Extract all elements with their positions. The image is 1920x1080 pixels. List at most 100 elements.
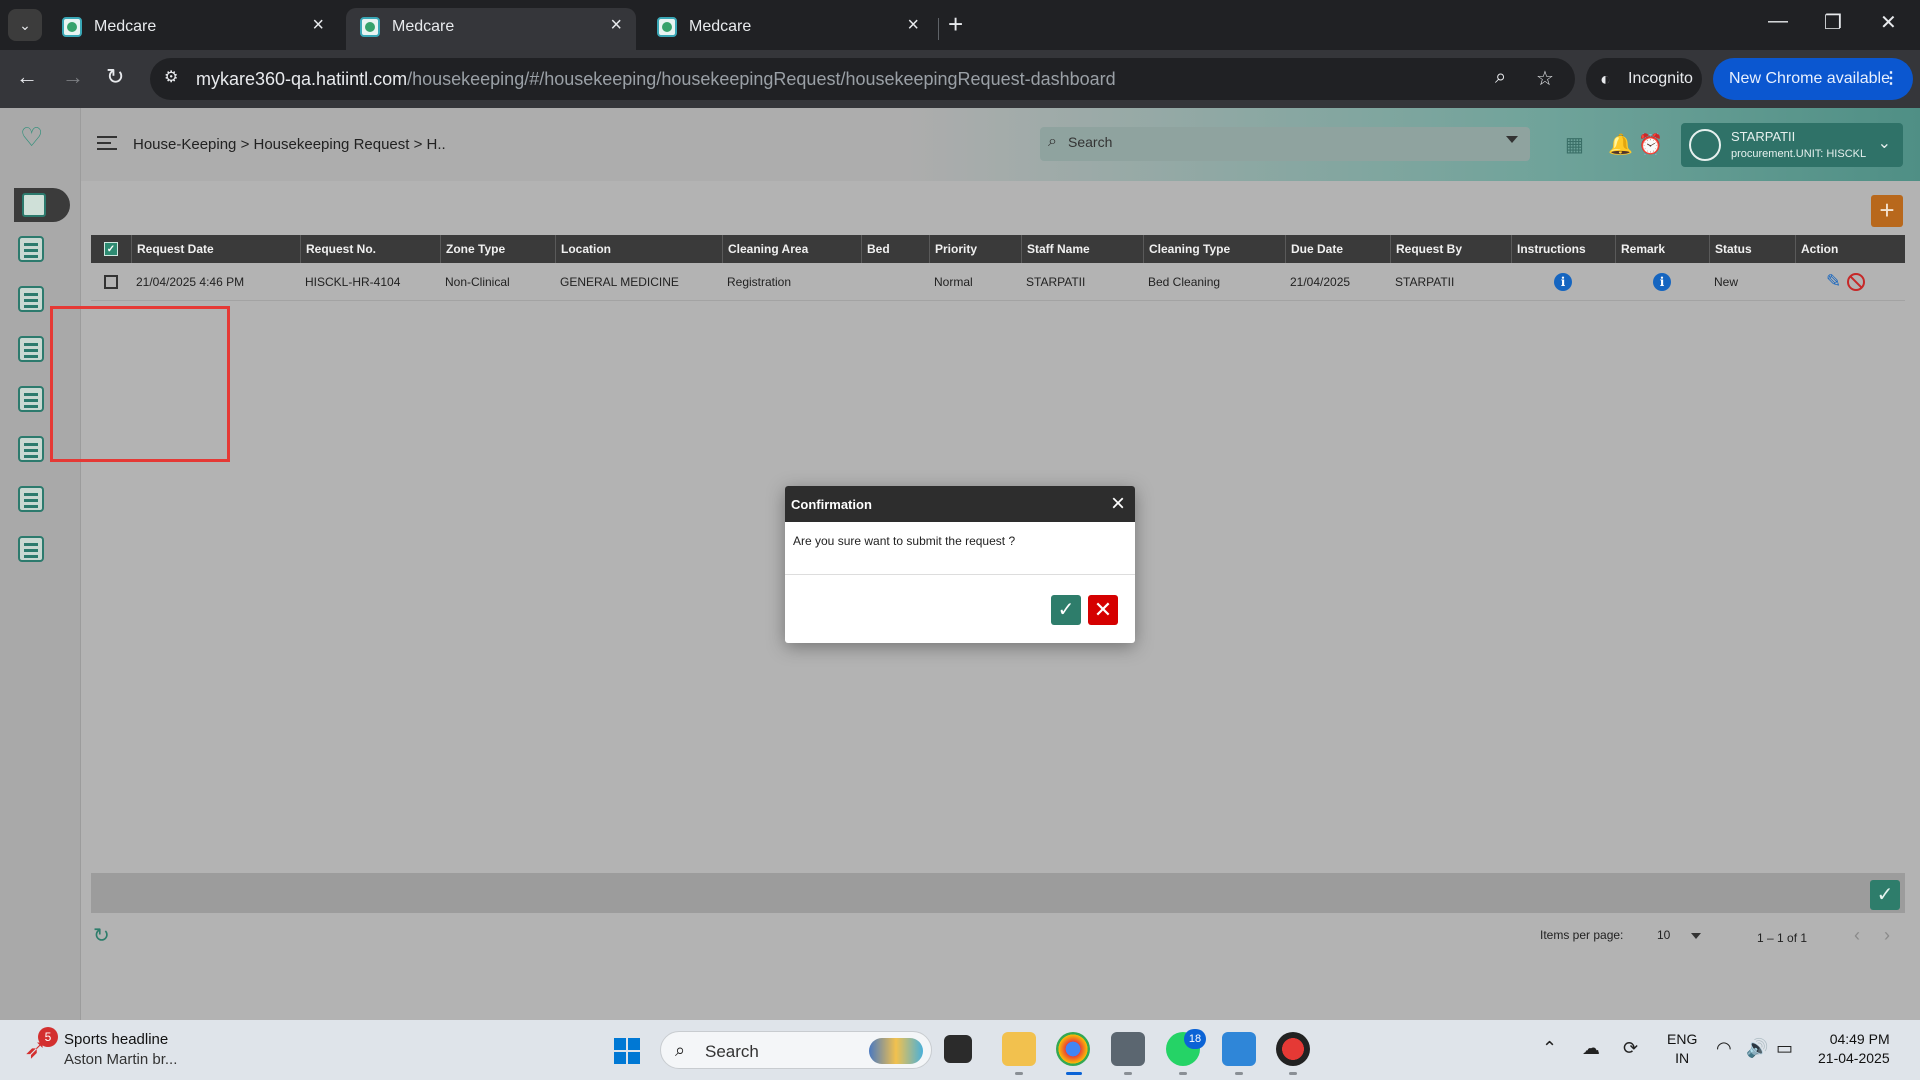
sidebar-item-housekeeping-active[interactable] bbox=[14, 188, 70, 222]
sidebar-item-4[interactable] bbox=[18, 336, 48, 366]
row-checkbox[interactable] bbox=[104, 274, 118, 289]
remark-info-icon[interactable]: i bbox=[1653, 272, 1671, 291]
sidebar-item-5[interactable] bbox=[18, 386, 48, 416]
close-window-icon[interactable]: ✕ bbox=[1880, 10, 1897, 35]
close-icon[interactable]: × bbox=[1111, 490, 1125, 518]
battery-icon[interactable]: ▭ bbox=[1776, 1038, 1793, 1059]
column-header-action[interactable]: Action bbox=[1795, 235, 1905, 263]
cancel-button[interactable]: ✕ bbox=[1088, 595, 1118, 625]
sidebar-item-2[interactable] bbox=[18, 236, 48, 266]
chevron-up-icon[interactable]: ⌃ bbox=[1542, 1038, 1557, 1059]
module-icon bbox=[18, 336, 44, 362]
previous-page-icon[interactable]: ‹ bbox=[1854, 925, 1860, 946]
module-icon bbox=[18, 486, 44, 512]
column-header-request-by[interactable]: Request By bbox=[1390, 235, 1511, 263]
cancel-request-icon[interactable] bbox=[1847, 272, 1866, 291]
browser-tab-3[interactable]: Medcare × bbox=[643, 8, 933, 50]
news-title[interactable]: Sports headline bbox=[64, 1031, 168, 1048]
search-icon: ⌕ bbox=[1048, 133, 1057, 150]
column-header-cleaning-type[interactable]: Cleaning Type bbox=[1143, 235, 1285, 263]
address-bar[interactable]: ⚙ mykare360-qa.hatiintl.com/housekeeping… bbox=[150, 58, 1575, 100]
apps-grid-icon[interactable]: ▦ bbox=[1565, 132, 1584, 157]
instructions-info-icon[interactable]: i bbox=[1554, 272, 1572, 291]
cell-request-by: STARPATII bbox=[1395, 274, 1455, 289]
bell-icon[interactable]: 🔔 bbox=[1608, 132, 1633, 157]
language-indicator[interactable]: ENG IN bbox=[1667, 1030, 1697, 1068]
column-header-instructions[interactable]: Instructions bbox=[1511, 235, 1615, 263]
column-header-remark[interactable]: Remark bbox=[1615, 235, 1709, 263]
reload-icon[interactable]: ↻ bbox=[106, 64, 124, 90]
alarm-icon[interactable]: ⏰ bbox=[1638, 132, 1663, 157]
system-clock[interactable]: 04:49 PM 21-04-2025 bbox=[1818, 1030, 1890, 1068]
housekeeping-icon bbox=[22, 193, 46, 217]
tab-title: Medcare bbox=[392, 18, 455, 35]
minimize-icon[interactable]: — bbox=[1768, 10, 1788, 33]
sidebar-item-3[interactable] bbox=[18, 286, 48, 316]
sidebar: ♡ bbox=[0, 108, 81, 1020]
volume-icon[interactable]: 🔊 bbox=[1746, 1038, 1768, 1059]
sidebar-item-6[interactable] bbox=[18, 436, 48, 466]
incognito-indicator[interactable]: ◐ Incognito bbox=[1586, 58, 1702, 100]
task-view-icon[interactable] bbox=[944, 1035, 972, 1063]
close-tab-icon[interactable]: × bbox=[610, 14, 622, 37]
items-per-page-select[interactable]: 10 bbox=[1657, 928, 1670, 942]
submit-request-button[interactable]: ✓ bbox=[1870, 880, 1900, 910]
new-tab-icon[interactable]: + bbox=[948, 9, 963, 40]
breadcrumb[interactable]: House-Keeping > Housekeeping Request > H… bbox=[133, 136, 446, 153]
recorder-icon[interactable] bbox=[1276, 1032, 1310, 1066]
search-input[interactable] bbox=[1068, 134, 1488, 150]
file-explorer-icon[interactable] bbox=[1002, 1032, 1036, 1066]
column-header-due-date[interactable]: Due Date bbox=[1285, 235, 1390, 263]
add-request-button[interactable]: + bbox=[1871, 195, 1903, 227]
hamburger-menu-icon[interactable] bbox=[97, 136, 117, 150]
bookmark-star-icon[interactable]: ☆ bbox=[1536, 66, 1554, 91]
cell-instructions: i bbox=[1511, 263, 1615, 300]
news-subtitle[interactable]: Aston Martin br... bbox=[64, 1051, 177, 1068]
user-profile-menu[interactable]: STARPATII procurement.UNIT: HISCKL ⌄ bbox=[1681, 123, 1903, 167]
sync-icon[interactable]: ⟳ bbox=[1623, 1038, 1638, 1059]
tab-search-button[interactable]: ⌄ bbox=[8, 9, 42, 41]
column-header-request-date[interactable]: Request Date bbox=[131, 235, 300, 263]
edit-pencil-icon[interactable]: ✎ bbox=[1826, 271, 1841, 292]
wifi-icon[interactable]: ◠ bbox=[1716, 1038, 1732, 1059]
column-header-priority[interactable]: Priority bbox=[929, 235, 1021, 263]
notepad-icon[interactable] bbox=[1222, 1032, 1256, 1066]
app-logo-icon[interactable]: ♡ bbox=[20, 122, 50, 152]
sidebar-item-8[interactable] bbox=[18, 536, 48, 566]
close-tab-icon[interactable]: × bbox=[907, 14, 919, 37]
column-header-status[interactable]: Status bbox=[1709, 235, 1795, 263]
new-chrome-available-button[interactable]: New Chrome available ⋮ bbox=[1713, 58, 1913, 100]
confirm-button[interactable]: ✓ bbox=[1051, 595, 1081, 625]
column-header-location[interactable]: Location bbox=[555, 235, 722, 263]
column-header-request-no[interactable]: Request No. bbox=[300, 235, 440, 263]
onedrive-icon[interactable]: ☁ bbox=[1582, 1038, 1600, 1059]
windows-start-icon[interactable] bbox=[614, 1038, 640, 1064]
column-header-bed[interactable]: Bed bbox=[861, 235, 929, 263]
chrome-icon[interactable] bbox=[1056, 1032, 1090, 1066]
forward-icon[interactable]: → bbox=[62, 64, 84, 90]
zoom-icon[interactable]: ⌕ bbox=[1495, 66, 1506, 89]
column-header-staff-name[interactable]: Staff Name bbox=[1021, 235, 1143, 263]
more-menu-icon[interactable]: ⋮ bbox=[1883, 58, 1899, 100]
sidebar-item-7[interactable] bbox=[18, 486, 48, 516]
column-header-cleaning-area[interactable]: Cleaning Area bbox=[722, 235, 861, 263]
chevron-down-icon[interactable] bbox=[1506, 136, 1518, 143]
taskbar-search[interactable]: ⌕ Search bbox=[660, 1031, 932, 1069]
next-page-icon[interactable]: › bbox=[1884, 925, 1890, 946]
restore-icon[interactable]: ❐ bbox=[1824, 10, 1842, 35]
url-text[interactable]: mykare360-qa.hatiintl.com/housekeeping/#… bbox=[196, 69, 1116, 90]
table-row[interactable]: 21/04/2025 4:46 PM HISCKL-HR-4104 Non-Cl… bbox=[91, 263, 1905, 301]
site-info-icon[interactable]: ⚙ bbox=[164, 67, 186, 89]
global-search[interactable]: ⌕ bbox=[1040, 127, 1530, 161]
cell-cleaning-area: Registration bbox=[727, 274, 792, 289]
select-all-checkbox[interactable]: ✓ bbox=[104, 242, 118, 256]
close-tab-icon[interactable]: × bbox=[312, 14, 324, 37]
browser-tab-1[interactable]: Medcare × bbox=[48, 8, 338, 50]
items-per-page-label: Items per page: bbox=[1540, 928, 1624, 942]
refresh-icon[interactable]: ↻ bbox=[93, 923, 110, 948]
chevron-down-icon[interactable] bbox=[1691, 933, 1701, 939]
back-icon[interactable]: ← bbox=[16, 64, 38, 90]
browser-tab-2[interactable]: Medcare × bbox=[346, 8, 636, 50]
column-header-zone-type[interactable]: Zone Type bbox=[440, 235, 555, 263]
calculator-icon[interactable] bbox=[1111, 1032, 1145, 1066]
